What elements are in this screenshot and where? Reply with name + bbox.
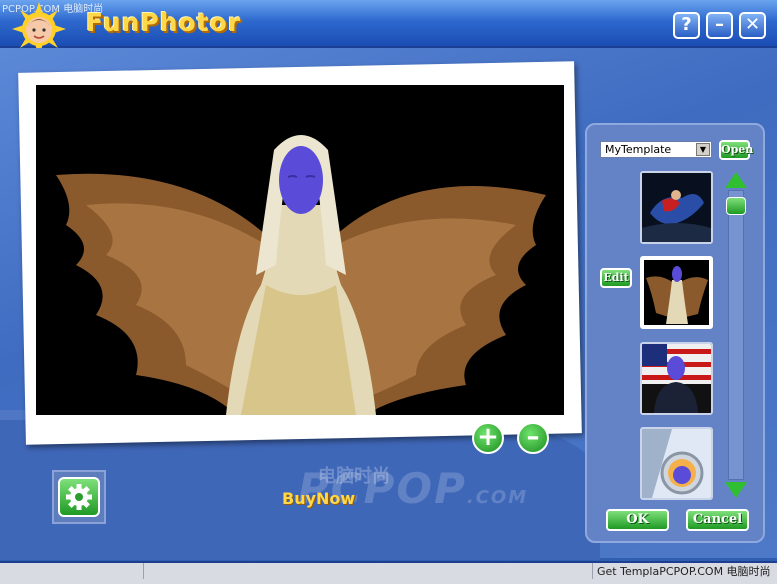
close-button[interactable]: ✕ [739,12,766,39]
minimize-button[interactable]: – [706,12,733,39]
gear-icon [66,484,92,510]
settings-button[interactable] [58,477,100,517]
template-thumbnail-selected[interactable] [640,256,713,329]
template-scrollbar[interactable] [728,190,744,480]
status-separator [143,563,144,579]
edit-button[interactable]: Edit [600,268,632,288]
template-thumbnail[interactable] [640,171,713,244]
ok-button[interactable]: OK [606,509,669,531]
template-select[interactable]: MyTemplate ▼ [600,141,712,158]
open-button[interactable]: Open [719,140,753,160]
help-button[interactable]: ? [673,12,700,39]
status-separator [592,563,593,579]
cancel-button[interactable]: Cancel [686,509,749,531]
status-text: Get TemplaPCPOP.COM 电脑时尚 [597,565,771,578]
zoom-out-button[interactable]: – [517,422,549,454]
buy-now-link[interactable]: BuyNow [282,489,355,508]
chevron-down-icon[interactable]: ▼ [696,143,710,156]
scroll-down-icon[interactable] [725,482,747,498]
template-select-value: MyTemplate [605,143,672,156]
app-title: FunPhotor [86,8,242,37]
scroll-up-icon[interactable] [725,172,747,188]
zoom-in-button[interactable]: + [472,422,504,454]
template-thumbnail[interactable] [640,342,713,415]
photo-preview[interactable] [36,85,564,415]
scrollbar-handle[interactable] [726,197,746,215]
template-thumbnail[interactable] [640,427,713,500]
